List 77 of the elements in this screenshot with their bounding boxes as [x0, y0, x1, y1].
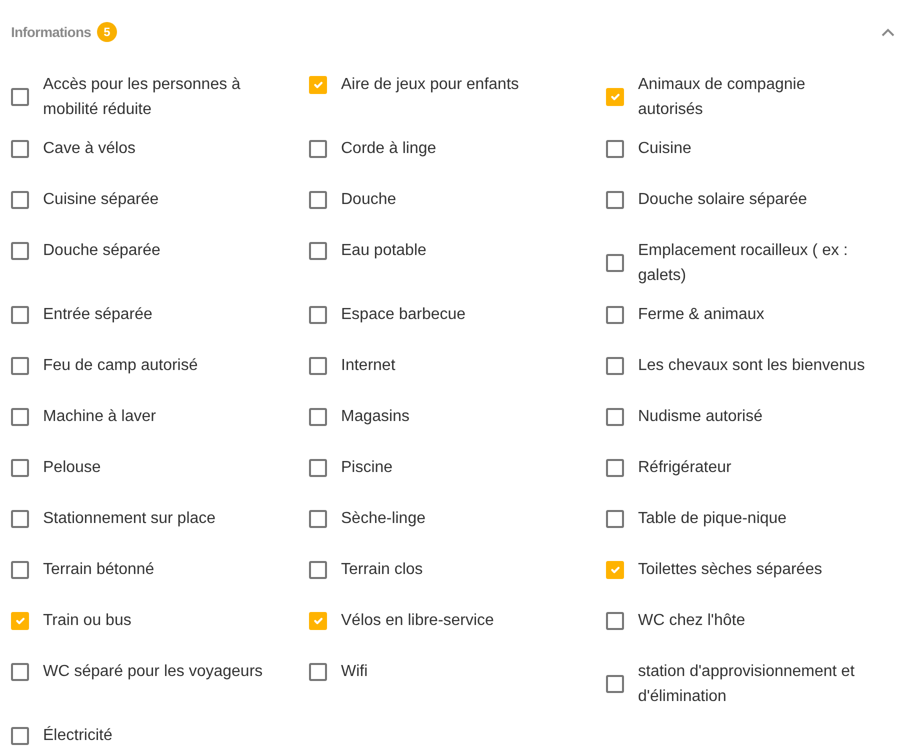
checkbox[interactable]: [309, 560, 327, 578]
checkbox[interactable]: [11, 726, 29, 744]
checkbox-label: Ferme & animaux: [638, 305, 764, 325]
checkbox[interactable]: [309, 612, 327, 630]
checkbox-label: Table de pique-nique: [638, 509, 787, 529]
checkbox-label: Animaux de compagnie autorisés: [638, 75, 806, 120]
checkbox-label: Internet: [341, 356, 396, 376]
checkbox-label: Pelouse: [43, 458, 101, 478]
checkbox-label: Terrain bétonné: [43, 560, 154, 580]
checkbox[interactable]: [11, 190, 29, 208]
checkbox-label: WC chez l'hôte: [638, 611, 746, 631]
checkbox-label: Réfrigérateur: [638, 458, 732, 478]
checkbox-label: Toilettes sèches séparées: [638, 560, 822, 580]
checkbox-label: Entrée séparée: [43, 305, 152, 325]
checkbox[interactable]: [309, 190, 327, 208]
checkbox[interactable]: [309, 356, 327, 374]
checkbox[interactable]: [606, 140, 624, 158]
count-badge: 5: [96, 22, 117, 42]
checkbox[interactable]: [606, 510, 624, 528]
checkbox[interactable]: [606, 612, 624, 630]
checkbox-label: Douche solaire séparée: [638, 190, 807, 210]
checkbox[interactable]: [606, 675, 624, 693]
checkbox[interactable]: [11, 510, 29, 528]
checkbox-label: Terrain clos: [341, 560, 423, 580]
checkbox[interactable]: [309, 662, 327, 680]
checkbox-label: Cuisine: [638, 139, 692, 159]
checkbox-label: Sèche-linge: [341, 509, 426, 529]
checkbox[interactable]: [606, 254, 624, 272]
checkbox-label: Espace barbecue: [341, 305, 466, 325]
checkbox-label: Aire de jeux pour enfants: [341, 75, 519, 95]
checkbox[interactable]: [11, 560, 29, 578]
checkbox[interactable]: [11, 662, 29, 680]
checkbox-label: Corde à linge: [341, 139, 436, 159]
checkbox[interactable]: [11, 612, 29, 630]
checkbox[interactable]: [11, 408, 29, 426]
checkbox-label: Cuisine séparée: [43, 190, 159, 210]
checkbox[interactable]: [606, 458, 624, 476]
checkbox-label: Magasins: [341, 407, 410, 427]
checkbox-label: Machine à laver: [43, 407, 156, 427]
checkbox-label: Douche séparée: [43, 241, 160, 261]
chevron-up-icon: [881, 28, 895, 36]
checkbox-label: Eau potable: [341, 241, 426, 261]
checkbox[interactable]: [606, 408, 624, 426]
section-title: Informations: [11, 22, 91, 42]
checkbox[interactable]: [11, 88, 29, 106]
checkbox-label: Emplacement rocailleux ( ex : galets): [638, 241, 849, 286]
checkbox-label: Cave à vélos: [43, 139, 136, 159]
checkbox-label: Les chevaux sont les bienvenus: [638, 356, 865, 376]
checkbox-label: Accès pour les personnes à mobilité réduite: [43, 75, 242, 120]
checkbox[interactable]: [309, 306, 327, 324]
checkbox-label: Stationnement sur place: [43, 509, 216, 529]
checkbox[interactable]: [606, 88, 624, 106]
checkbox-label: Feu de camp autorisé: [43, 356, 198, 376]
checkbox[interactable]: [11, 140, 29, 158]
checkbox[interactable]: [606, 306, 624, 324]
checkbox[interactable]: [606, 356, 624, 374]
checkbox[interactable]: [11, 242, 29, 260]
checkbox[interactable]: [11, 306, 29, 324]
checkbox[interactable]: [606, 190, 624, 208]
checkbox[interactable]: [309, 408, 327, 426]
checkbox-label: Nudisme autorisé: [638, 407, 762, 427]
checkbox-label: Vélos en libre-service: [341, 611, 494, 631]
checkbox-label: Électricité: [43, 725, 112, 746]
checkbox-label: station d'approvisionnement et d'élimination: [638, 662, 856, 707]
checkbox[interactable]: [606, 560, 624, 578]
checkbox[interactable]: [309, 458, 327, 476]
checkbox-label: Piscine: [341, 458, 393, 478]
checkbox[interactable]: [309, 242, 327, 260]
checkbox-label: Train ou bus: [43, 611, 132, 631]
checkbox[interactable]: [11, 356, 29, 374]
checkbox[interactable]: [309, 140, 327, 158]
checkbox-label: Wifi: [341, 662, 368, 682]
checkbox[interactable]: [11, 458, 29, 476]
checkbox[interactable]: [309, 76, 327, 94]
checkbox-label: WC séparé pour les voyageurs: [43, 662, 263, 682]
checkbox[interactable]: [309, 510, 327, 528]
checkbox-label: Douche: [341, 190, 396, 210]
